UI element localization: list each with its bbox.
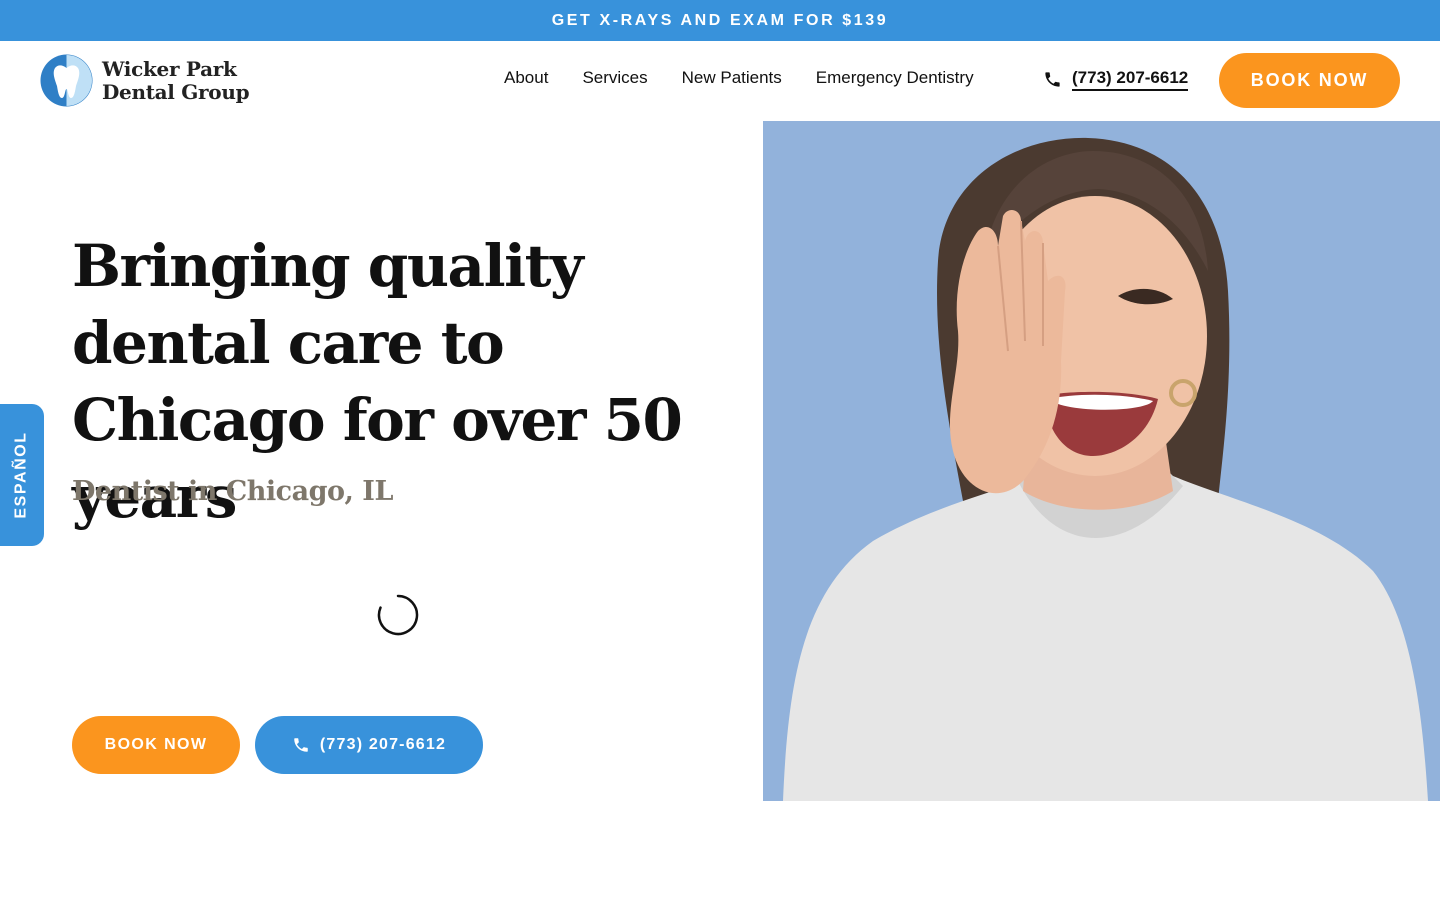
nav-item-emergency-dentistry[interactable]: Emergency Dentistry: [816, 68, 974, 88]
nav-item-new-patients[interactable]: New Patients: [682, 68, 782, 88]
smiling-woman-photo: [763, 121, 1440, 801]
hero-call-button[interactable]: (773) 207-6612: [255, 716, 483, 774]
promo-banner[interactable]: GET X-RAYS AND EXAM FOR $139: [0, 0, 1440, 41]
nav-item-about[interactable]: About: [504, 68, 548, 88]
tooth-icon: [40, 54, 93, 107]
espanol-label: ESPAÑOL: [13, 431, 31, 519]
site-header: Wicker Park Dental Group About Services …: [0, 41, 1440, 121]
logo-line-1: Wicker Park: [102, 56, 237, 81]
phone-icon: [294, 738, 308, 752]
header-phone: (773) 207-6612: [1043, 68, 1189, 91]
hero-call-label: (773) 207-6612: [319, 736, 447, 753]
loading-spinner-icon: [377, 594, 419, 636]
header-book-now-button[interactable]: BOOK NOW: [1219, 53, 1400, 108]
main-nav: About Services New Patients Emergency De…: [504, 68, 1008, 88]
hero-subtitle: Dentist in Chicago, IL: [72, 476, 393, 507]
hero-photo: [763, 121, 1440, 801]
nav-item-services[interactable]: Services: [582, 68, 647, 88]
hero-book-now-button[interactable]: BOOK NOW: [72, 716, 240, 774]
site-logo[interactable]: Wicker Park Dental Group: [40, 54, 250, 107]
promo-text: GET X-RAYS AND EXAM FOR $139: [551, 11, 889, 29]
logo-wordmark: Wicker Park Dental Group: [102, 56, 250, 104]
header-phone-link[interactable]: (773) 207-6612: [1072, 68, 1189, 91]
logo-line-2: Dental Group: [102, 79, 250, 104]
phone-icon: [1045, 72, 1060, 87]
espanol-language-tab[interactable]: ESPAÑOL: [0, 404, 44, 546]
